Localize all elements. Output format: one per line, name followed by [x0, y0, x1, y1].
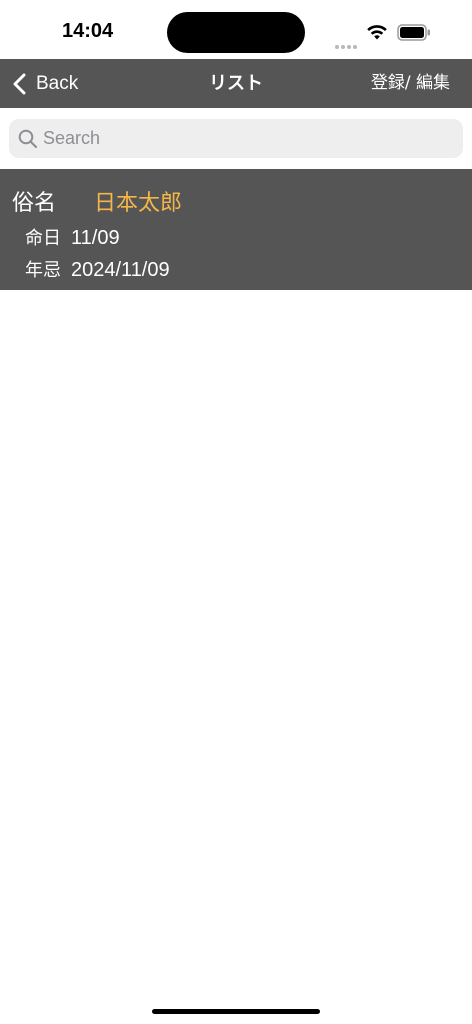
dynamic-island: [167, 12, 305, 53]
list-item[interactable]: 俗名 日本太郎 命日 11/09 年忌 2024/11/09: [0, 169, 472, 290]
cellular-signal-icon: [335, 34, 359, 49]
navigation-bar: Back リスト 登録/ 編集: [0, 59, 472, 108]
name-label: 俗名: [12, 191, 57, 216]
anniversary-value: 2024/11/09: [71, 259, 170, 281]
register-edit-button[interactable]: 登録/ 編集: [371, 59, 450, 108]
search-bar[interactable]: [9, 119, 463, 158]
home-indicator[interactable]: [152, 1009, 320, 1014]
memorial-list: 俗名 日本太郎 命日 11/09 年忌 2024/11/09: [0, 169, 472, 290]
death-day-label: 命日: [25, 228, 61, 249]
app-screen: 14:04 Back リスト 登録/ 編集 Search 俗名 日本太郎 命日 …: [0, 0, 472, 1024]
wifi-icon: [367, 25, 387, 40]
search-input[interactable]: [43, 120, 443, 157]
anniversary-label: 年忌: [25, 260, 61, 281]
search-icon: [18, 129, 38, 148]
anniversary-row: 年忌 2024/11/09: [25, 256, 170, 282]
status-time: 14:04: [62, 20, 114, 42]
name-value: 日本太郎: [94, 191, 183, 216]
status-bar: 14:04: [0, 0, 472, 60]
back-label: Back: [36, 72, 79, 94]
name-row: 俗名 日本太郎: [12, 185, 182, 217]
chevron-left-icon: [13, 73, 26, 94]
back-button[interactable]: Back: [12, 59, 78, 108]
death-day-value: 11/09: [71, 227, 120, 249]
death-day-row: 命日 11/09: [25, 224, 120, 250]
battery-icon: [397, 24, 430, 41]
